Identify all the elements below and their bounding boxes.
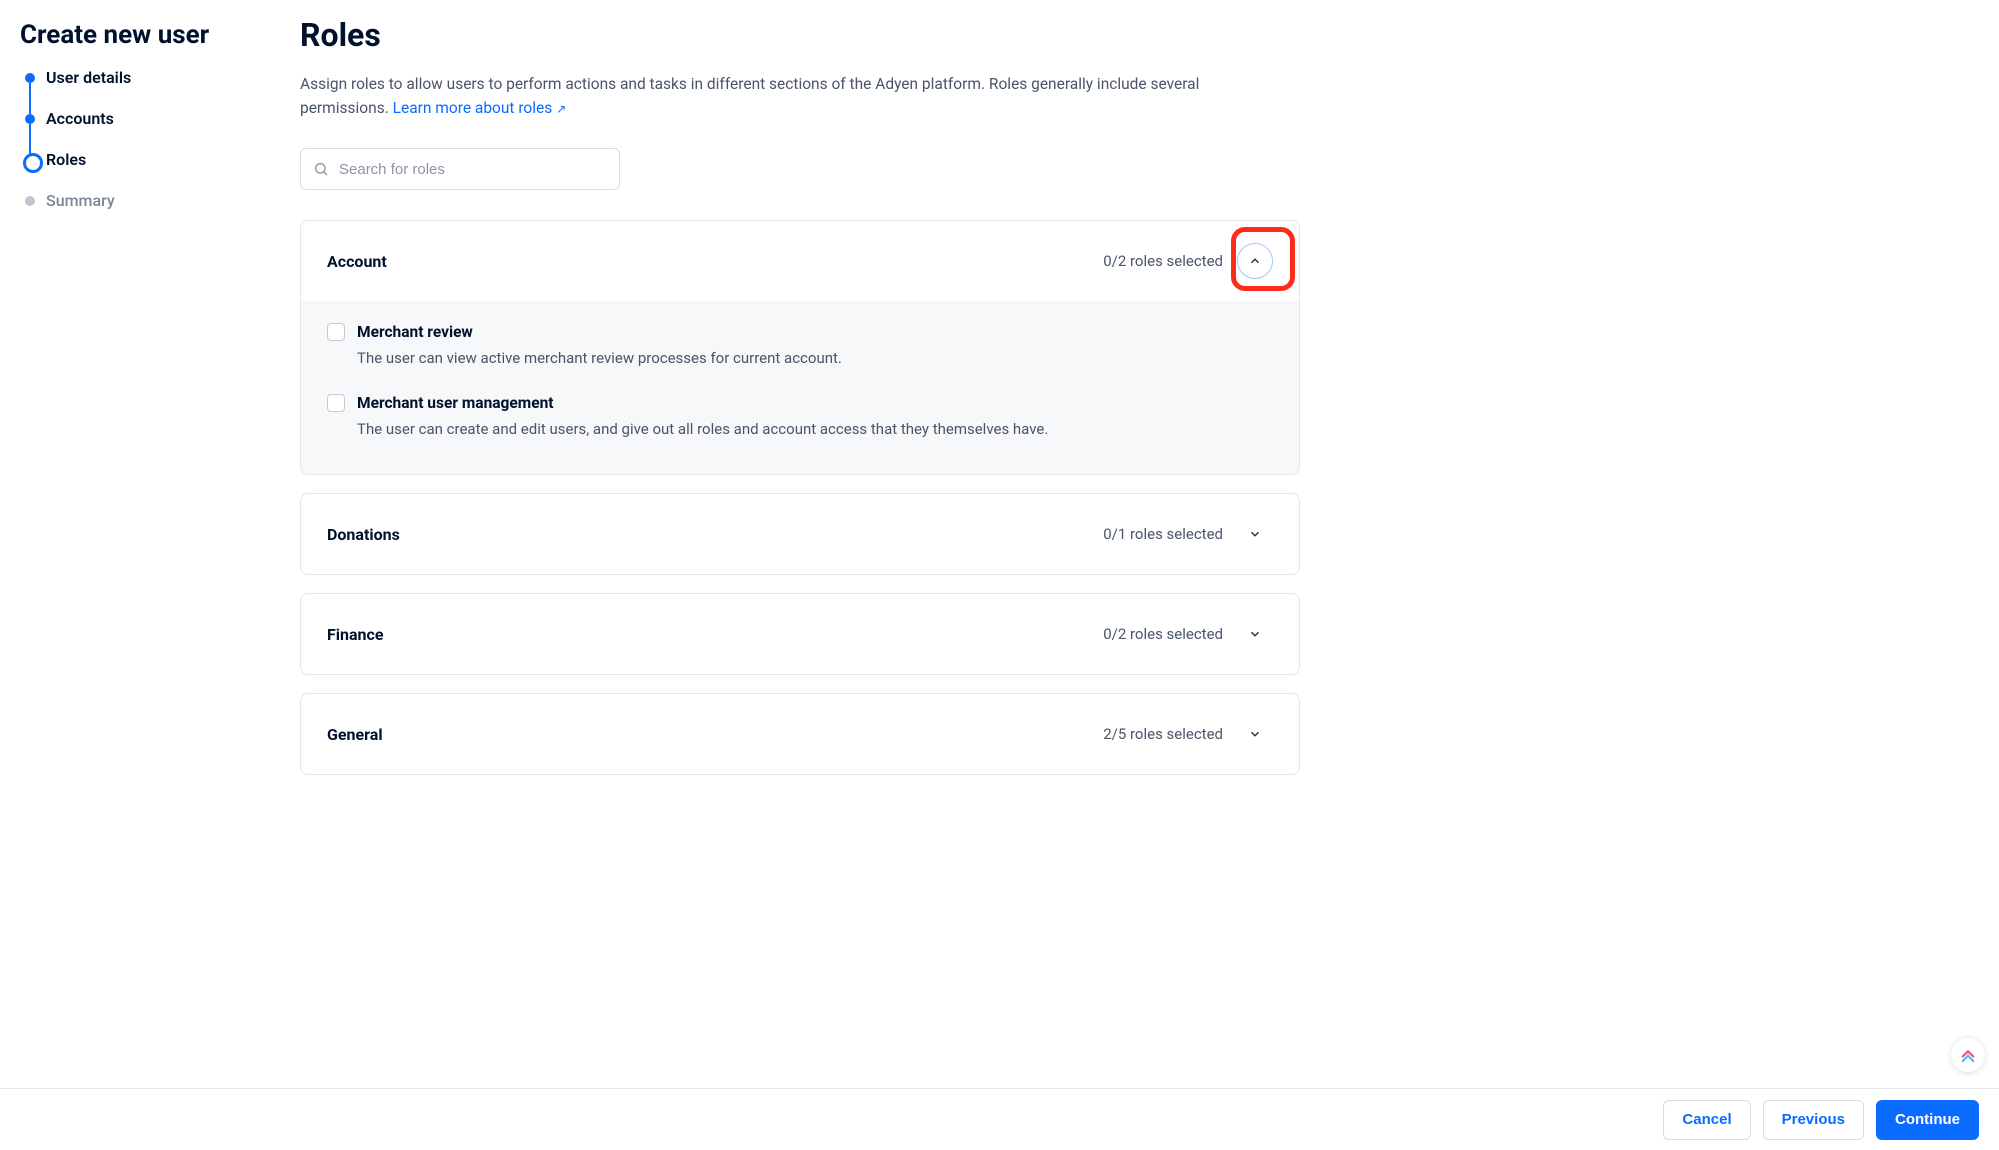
step-summary[interactable]: Summary (20, 191, 300, 210)
role-group-header-finance[interactable]: Finance 0/2 roles selected (301, 594, 1299, 674)
page-title: Roles (300, 16, 1300, 54)
role-group-title: Finance (327, 625, 384, 644)
chevron-down-icon (1248, 727, 1262, 741)
help-widget-button[interactable] (1951, 1038, 1985, 1072)
sidebar-title: Create new user (20, 20, 300, 50)
step-user-details[interactable]: User details (20, 68, 300, 109)
wizard-footer: Cancel Previous Continue (0, 1088, 1999, 1150)
search-roles-input[interactable] (337, 160, 607, 179)
role-group-header-general[interactable]: General 2/5 roles selected (301, 694, 1299, 774)
role-item-merchant-user-management: Merchant user management The user can cr… (327, 382, 1273, 453)
role-checkbox-merchant-user-management[interactable] (327, 394, 345, 412)
role-group-title: General (327, 725, 383, 744)
step-roles[interactable]: Roles (20, 150, 300, 191)
role-group-header-account[interactable]: Account 0/2 roles selected (301, 221, 1299, 301)
role-item-merchant-review: Merchant review The user can view active… (327, 311, 1273, 382)
previous-button[interactable]: Previous (1763, 1100, 1864, 1140)
chevron-up-icon (1248, 254, 1262, 268)
role-group-count: 0/2 roles selected (1103, 625, 1223, 643)
role-group-title: Account (327, 252, 387, 271)
role-group-header-donations[interactable]: Donations 0/1 roles selected (301, 494, 1299, 574)
role-desc: The user can create and edit users, and … (357, 418, 1273, 441)
expand-toggle-donations[interactable] (1237, 516, 1273, 552)
role-name: Merchant user management (357, 394, 554, 412)
role-group-title: Donations (327, 525, 400, 544)
search-roles-container[interactable] (300, 148, 620, 190)
step-accounts[interactable]: Accounts (20, 109, 300, 150)
search-icon (313, 161, 329, 177)
continue-button[interactable]: Continue (1876, 1100, 1979, 1140)
clickup-icon (1959, 1046, 1977, 1064)
chevron-down-icon (1248, 527, 1262, 541)
role-desc: The user can view active merchant review… (357, 347, 1273, 370)
role-group-count: 0/2 roles selected (1103, 252, 1223, 270)
expand-toggle-general[interactable] (1237, 716, 1273, 752)
page-description: Assign roles to allow users to perform a… (300, 72, 1220, 120)
role-group-body-account: Merchant review The user can view active… (301, 301, 1299, 474)
external-link-icon: ↗ (556, 100, 566, 119)
role-group-account: Account 0/2 roles selected Merchant revi… (300, 220, 1300, 475)
role-group-donations: Donations 0/1 roles selected (300, 493, 1300, 575)
wizard-sidebar: Create new user User details Accounts Ro… (20, 16, 300, 1080)
expand-toggle-finance[interactable] (1237, 616, 1273, 652)
role-group-finance: Finance 0/2 roles selected (300, 593, 1300, 675)
role-group-count: 0/1 roles selected (1103, 525, 1223, 543)
role-name: Merchant review (357, 323, 473, 341)
role-checkbox-merchant-review[interactable] (327, 323, 345, 341)
cancel-button[interactable]: Cancel (1663, 1100, 1750, 1140)
role-group-general: General 2/5 roles selected (300, 693, 1300, 775)
learn-more-link[interactable]: Learn more about roles↗ (393, 99, 567, 117)
chevron-down-icon (1248, 627, 1262, 641)
role-group-count: 2/5 roles selected (1103, 725, 1223, 743)
main-content: Roles Assign roles to allow users to per… (300, 16, 1300, 1080)
collapse-toggle-account[interactable] (1237, 243, 1273, 279)
